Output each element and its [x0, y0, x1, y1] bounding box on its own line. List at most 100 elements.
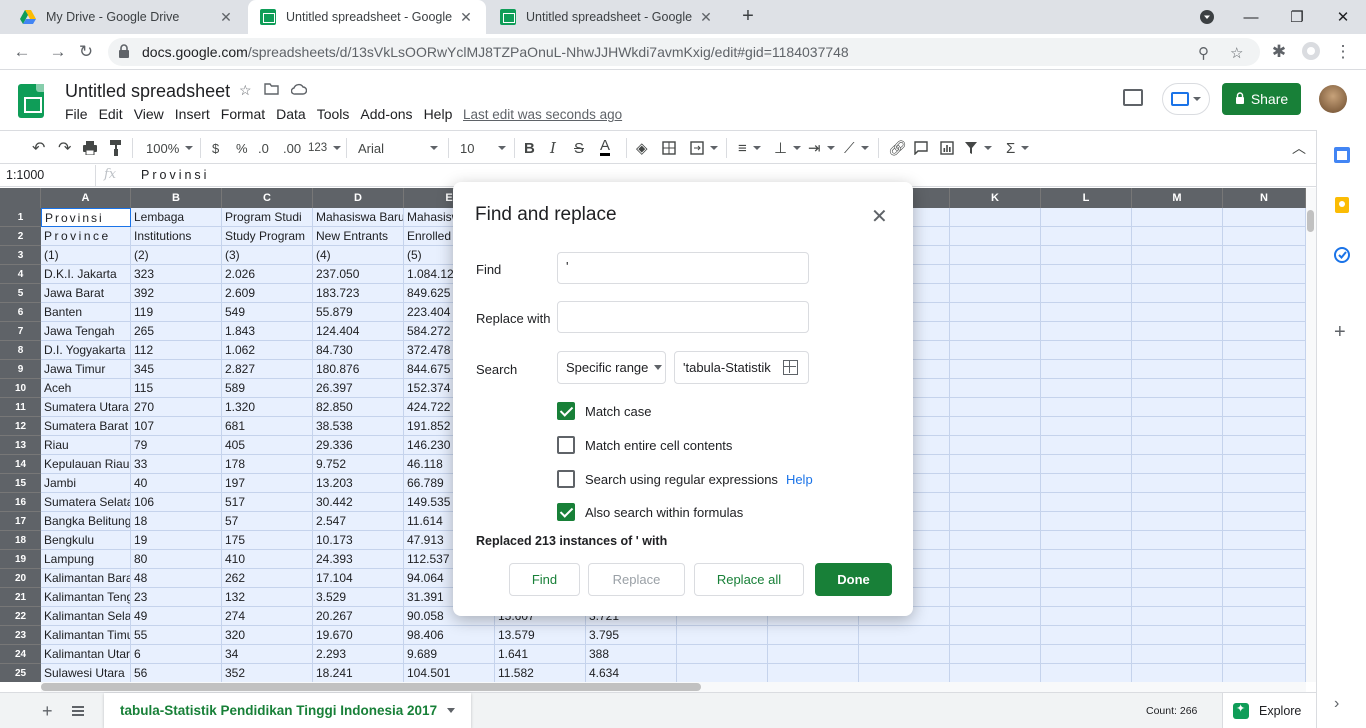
grid-cell[interactable]: [950, 664, 1041, 682]
grid-cell[interactable]: [1041, 398, 1132, 417]
row-header[interactable]: 14: [0, 455, 41, 474]
grid-cell[interactable]: (4): [313, 246, 404, 265]
explore-button[interactable]: Explore: [1222, 693, 1316, 728]
grid-cell[interactable]: 115: [131, 379, 222, 398]
grid-cell[interactable]: 79: [131, 436, 222, 455]
grid-cell[interactable]: [950, 436, 1041, 455]
grid-cell[interactable]: Study Program: [222, 227, 313, 246]
menu-help[interactable]: Help: [424, 106, 453, 122]
menu-tools[interactable]: Tools: [317, 106, 350, 122]
grid-cell[interactable]: 124.404: [313, 322, 404, 341]
grid-cell[interactable]: [677, 645, 768, 664]
grid-cell[interactable]: [1223, 436, 1306, 455]
grid-cell[interactable]: D.K.I. Jakarta: [41, 265, 131, 284]
window-close-icon[interactable]: ✕: [1320, 0, 1366, 34]
grid-cell[interactable]: 80: [131, 550, 222, 569]
column-header[interactable]: N: [1223, 188, 1306, 208]
collapse-toolbar-chevron-icon[interactable]: ︿: [1292, 138, 1306, 158]
grid-cell[interactable]: Kalimantan Utara: [41, 645, 131, 664]
increase-decimal-button[interactable]: .00: [283, 138, 301, 158]
close-tab-icon[interactable]: ✕: [458, 9, 474, 26]
grid-cell[interactable]: [677, 626, 768, 645]
grid-cell[interactable]: 320: [222, 626, 313, 645]
grid-cell[interactable]: [1041, 303, 1132, 322]
share-button[interactable]: Share: [1222, 83, 1301, 115]
grid-cell[interactable]: 112: [131, 341, 222, 360]
regex-checkbox[interactable]: [557, 470, 575, 488]
grid-cell[interactable]: [1223, 455, 1306, 474]
grid-cell[interactable]: Sulawesi Utara: [41, 664, 131, 682]
browser-tab-sheets[interactable]: Untitled spreadsheet - Google Sh ✕: [488, 0, 726, 34]
close-tab-icon[interactable]: ✕: [698, 9, 714, 26]
grid-cell[interactable]: [1132, 398, 1223, 417]
grid-cell[interactable]: [1223, 208, 1306, 227]
grid-cell[interactable]: [950, 265, 1041, 284]
grid-cell[interactable]: Provinsi: [41, 208, 131, 227]
grid-cell[interactable]: [1041, 550, 1132, 569]
grid-cell[interactable]: 345: [131, 360, 222, 379]
sheets-logo-icon[interactable]: [18, 84, 44, 118]
row-header[interactable]: 23: [0, 626, 41, 645]
new-tab-plus-icon[interactable]: +: [738, 6, 758, 26]
done-button[interactable]: Done: [815, 563, 892, 596]
grid-cell[interactable]: Riau: [41, 436, 131, 455]
row-header[interactable]: 7: [0, 322, 41, 341]
grid-cell[interactable]: 40: [131, 474, 222, 493]
grid-cell[interactable]: 3.795: [586, 626, 677, 645]
grid-cell[interactable]: 4.634: [586, 664, 677, 682]
grid-cell[interactable]: 106: [131, 493, 222, 512]
grid-cell[interactable]: Lembaga: [131, 208, 222, 227]
grid-cell[interactable]: [1041, 265, 1132, 284]
grid-cell[interactable]: [1223, 493, 1306, 512]
grid-cell[interactable]: 49: [131, 607, 222, 626]
grid-cell[interactable]: [950, 208, 1041, 227]
row-header[interactable]: 18: [0, 531, 41, 550]
grid-cell[interactable]: 56: [131, 664, 222, 682]
redo-icon[interactable]: ↷: [58, 138, 71, 158]
keep-icon[interactable]: [1334, 197, 1350, 213]
grid-cell[interactable]: [1041, 455, 1132, 474]
column-header[interactable]: A: [41, 188, 131, 208]
grid-cell[interactable]: 48: [131, 569, 222, 588]
grid-cell[interactable]: [950, 379, 1041, 398]
grid-cell[interactable]: 405: [222, 436, 313, 455]
grid-cell[interactable]: [1223, 569, 1306, 588]
grid-cell[interactable]: 1.843: [222, 322, 313, 341]
grid-cell[interactable]: (1): [41, 246, 131, 265]
grid-cell[interactable]: 6: [131, 645, 222, 664]
grid-cell[interactable]: [1132, 208, 1223, 227]
grid-cell[interactable]: [1223, 227, 1306, 246]
grid-cell[interactable]: [1132, 664, 1223, 682]
grid-cell[interactable]: Program Studi: [222, 208, 313, 227]
grid-cell[interactable]: [1223, 474, 1306, 493]
row-header[interactable]: 1: [0, 208, 41, 227]
row-header[interactable]: 8: [0, 341, 41, 360]
grid-cell[interactable]: [950, 227, 1041, 246]
column-header[interactable]: D: [313, 188, 404, 208]
grid-cell[interactable]: 2.827: [222, 360, 313, 379]
grid-cell[interactable]: [950, 455, 1041, 474]
replace-all-button[interactable]: Replace all: [694, 563, 804, 596]
grid-cell[interactable]: [950, 645, 1041, 664]
horizontal-align-icon[interactable]: ≡: [738, 138, 761, 158]
grid-cell[interactable]: [1132, 569, 1223, 588]
grid-cell[interactable]: Sumatera Selatan: [41, 493, 131, 512]
menu-file[interactable]: File: [65, 106, 88, 122]
italic-button[interactable]: I: [550, 138, 556, 158]
maximize-icon[interactable]: ❐: [1274, 0, 1320, 34]
range-input[interactable]: 'tabula-Statistik: [674, 351, 809, 384]
grid-cell[interactable]: D.I. Yogyakarta: [41, 341, 131, 360]
grid-cell[interactable]: 34: [222, 645, 313, 664]
grid-cell[interactable]: 23: [131, 588, 222, 607]
grid-cell[interactable]: 388: [586, 645, 677, 664]
row-header[interactable]: 20: [0, 569, 41, 588]
paint-format-icon[interactable]: [110, 138, 122, 158]
grid-cell[interactable]: 352: [222, 664, 313, 682]
grid-cell[interactable]: Banten: [41, 303, 131, 322]
grid-cell[interactable]: 9.752: [313, 455, 404, 474]
grid-cell[interactable]: Institutions: [131, 227, 222, 246]
grid-cell[interactable]: 1.062: [222, 341, 313, 360]
grid-cell[interactable]: [1132, 493, 1223, 512]
grid-cell[interactable]: [1041, 208, 1132, 227]
grid-cell[interactable]: Sumatera Utara: [41, 398, 131, 417]
